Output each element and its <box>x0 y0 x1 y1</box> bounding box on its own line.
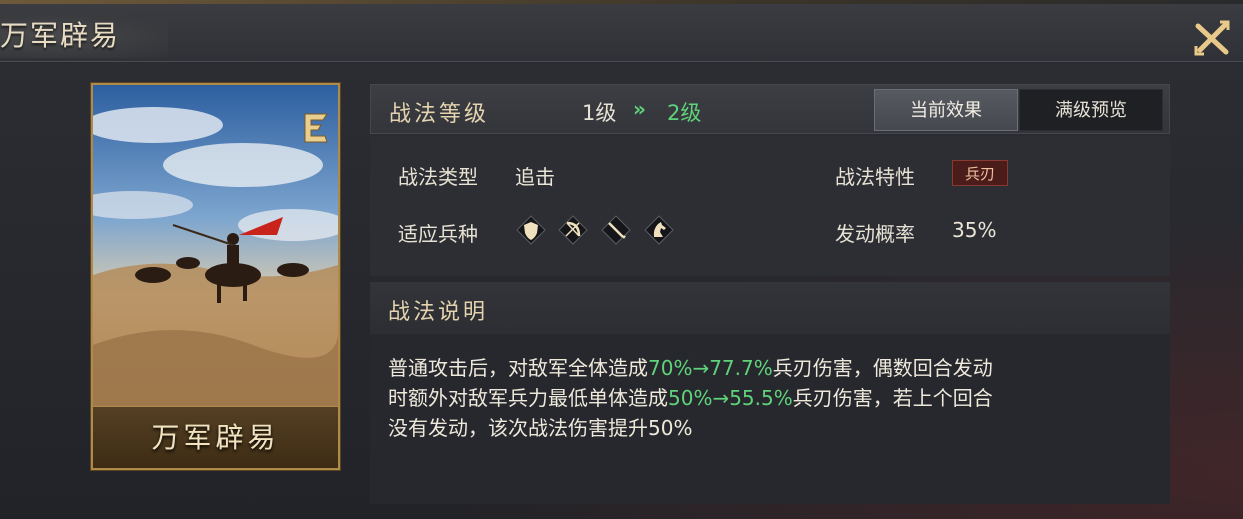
damage-value-2: 50%→55.5% <box>668 386 793 410</box>
tactic-attributes: 战法类型 追击 战法特性 兵刃 适应兵种 发动概率 35% <box>370 136 1170 276</box>
horse-icon <box>644 215 674 245</box>
level-from: 1级 <box>582 101 617 125</box>
tactic-grade-icon <box>304 113 328 143</box>
description-label: 战法说明 <box>388 300 489 325</box>
level-arrow-icon: » <box>633 97 646 121</box>
type-value: 追击 <box>515 165 555 189</box>
shield-icon <box>516 215 546 245</box>
trait-label: 战法特性 <box>835 165 915 189</box>
card-name: 万军辟易 <box>151 421 280 454</box>
close-button[interactable] <box>1192 18 1232 58</box>
title-bar: 万军辟易 <box>0 4 1243 62</box>
description-line-1: 普通攻击后，对敌军全体造成70%→77.7%兵刃伤害，偶数回合发动 <box>388 356 993 380</box>
description-line-2: 时额外对敌军兵力最低单体造成50%→55.5%兵刃伤害，若上个回合 <box>388 386 993 410</box>
level-bar: 战法等级 1级 » 2级 当前效果 满级预览 <box>370 84 1170 134</box>
trait-badge: 兵刃 <box>952 160 1008 186</box>
level-to: 2级 <box>667 101 702 125</box>
chance-value: 35% <box>952 218 997 242</box>
window-title: 万军辟易 <box>0 19 121 52</box>
description-line-3: 没有发动，该次战法伤害提升50% <box>388 416 693 440</box>
bow-icon <box>558 215 588 245</box>
chance-label: 发动概率 <box>835 222 915 246</box>
tactic-card: 万军辟易 <box>91 83 340 470</box>
tactic-info-panel: 战法等级 1级 » 2级 当前效果 满级预览 战法类型 追击 战法特性 兵刃 适… <box>370 84 1170 504</box>
description-body: 普通攻击后，对敌军全体造成70%→77.7%兵刃伤害，偶数回合发动 时额外对敌军… <box>370 334 1170 504</box>
description-header: 战法说明 <box>370 282 1170 334</box>
type-label: 战法类型 <box>398 165 478 189</box>
tab-current-effect[interactable]: 当前效果 <box>874 89 1018 131</box>
spear-icon <box>601 215 631 245</box>
damage-value-1: 70%→77.7% <box>648 356 773 380</box>
unit-label: 适应兵种 <box>398 222 478 246</box>
close-x-icon <box>1194 20 1230 56</box>
tab-max-level-preview[interactable]: 满级预览 <box>1019 89 1163 131</box>
level-label: 战法等级 <box>389 102 490 127</box>
